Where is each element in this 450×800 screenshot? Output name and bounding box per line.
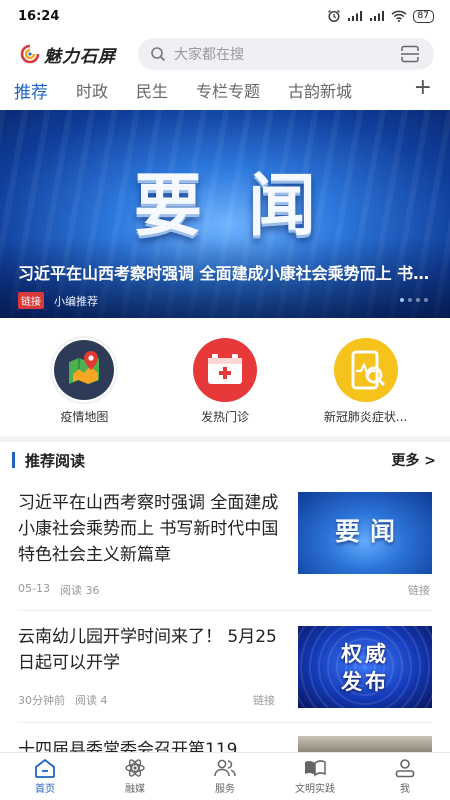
banner-headline-graphic: 要闻: [133, 167, 362, 246]
scan-icon[interactable]: [400, 45, 420, 63]
banner-title[interactable]: 习近平在山西考察时强调 全面建成小康社会乘势而上 书写新时代中国特色社会主义新篇…: [18, 260, 432, 284]
status-time: 16:24: [18, 8, 60, 24]
news-title[interactable]: 十四届县委常委会召开第119: [18, 736, 280, 752]
quick-item-fever-clinic[interactable]: 发热门诊: [165, 338, 285, 426]
logo-text: 魅力石屏: [44, 46, 116, 67]
logo-swirl-icon: [20, 44, 40, 64]
news-reads: 阅读 4: [75, 694, 108, 707]
app-header: 魅力石屏 大家都在搜: [0, 36, 450, 72]
home-icon: [35, 758, 55, 778]
news-thumbnail[interactable]: [298, 736, 432, 752]
carousel-indicator: [400, 298, 428, 302]
news-thumbnail[interactable]: 要闻: [298, 492, 432, 574]
section-marker: [12, 452, 15, 468]
atom-icon: [125, 759, 145, 777]
tab-livelihood[interactable]: 民生: [136, 78, 168, 102]
users-icon: [214, 759, 236, 777]
news-reads: 阅读 36: [59, 584, 100, 597]
more-link[interactable]: 更多 >: [391, 450, 436, 470]
search-icon: [151, 47, 166, 62]
carousel-dot[interactable]: [424, 298, 428, 302]
news-meta: 05-13 阅读 36: [18, 582, 99, 598]
signal-icon-2: [369, 11, 384, 21]
medical-kit-icon: [192, 338, 257, 402]
nav-me[interactable]: 我: [369, 758, 441, 795]
news-title[interactable]: 习近平在山西考察时强调 全面建成小康社会乘势而上 书写新时代中国特色社会主义新篇…: [18, 490, 280, 568]
carousel-dot[interactable]: [408, 298, 412, 302]
map-icon: [52, 338, 117, 402]
tab-ancient-city[interactable]: 古韵新城: [288, 78, 352, 102]
status-bar: 16:24 87: [0, 0, 450, 32]
news-kind: 链接: [253, 694, 275, 707]
tab-recommend[interactable]: 推荐: [14, 78, 48, 103]
nav-civilization[interactable]: 文明实践: [279, 758, 351, 795]
section-title: 推荐阅读: [12, 450, 85, 471]
bottom-navigation: 首页 融媒 服务 文明实践 我: [0, 752, 450, 800]
section-header: 推荐阅读 更多 >: [0, 448, 450, 472]
battery-indicator: 87: [412, 9, 434, 23]
book-icon: [305, 760, 326, 777]
add-tab-icon[interactable]: +: [414, 74, 432, 102]
nav-label: 我: [400, 784, 410, 795]
signal-icon: [347, 11, 362, 21]
news-thumbnail[interactable]: 权威 发布: [298, 626, 432, 708]
nav-label: 融媒: [125, 784, 145, 795]
quick-entries: 疫情地图 发热门诊 新冠肺炎症状...: [0, 338, 450, 426]
nav-media[interactable]: 融媒: [99, 758, 171, 795]
wifi-icon: [391, 10, 407, 22]
news-divider: [18, 610, 432, 611]
quick-label: 发热门诊: [200, 410, 249, 424]
nav-label: 文明实践: [295, 784, 335, 795]
quick-label: 新冠肺炎症状...: [323, 410, 408, 424]
nav-home[interactable]: 首页: [9, 758, 81, 795]
nav-services[interactable]: 服务: [189, 758, 261, 795]
section-title-text: 推荐阅读: [25, 451, 86, 470]
search-placeholder: 大家都在搜: [174, 47, 244, 63]
tab-columns[interactable]: 专栏专题: [196, 78, 260, 102]
news-date: 05-13: [18, 582, 50, 595]
news-title[interactable]: 云南幼儿园开学时间来了！ 5月25日起可以开学: [18, 624, 280, 676]
category-tabs: 推荐 时政 民生 专栏专题 古韵新城 +: [0, 74, 450, 104]
nav-label: 首页: [35, 784, 55, 795]
quick-item-epidemic-map[interactable]: 疫情地图: [24, 338, 144, 426]
tab-politics[interactable]: 时政: [76, 78, 108, 102]
banner-meta: 链接 小编推荐: [18, 292, 98, 309]
news-date: 30分钟前: [18, 694, 65, 707]
banner-tag: 链接: [18, 292, 44, 309]
quick-item-symptoms[interactable]: 新冠肺炎症状...: [306, 338, 426, 426]
quick-label: 疫情地图: [60, 410, 109, 424]
app-logo: 魅力石屏: [20, 42, 138, 67]
section-divider: [0, 436, 450, 442]
news-meta: 30分钟前 阅读 4: [18, 692, 108, 708]
search-input[interactable]: 大家都在搜: [138, 38, 434, 70]
thumbnail-text: 要闻: [334, 517, 405, 546]
nav-label: 服务: [215, 784, 235, 795]
status-icons: 87: [327, 9, 434, 23]
person-icon: [395, 759, 415, 778]
thumbnail-text: 发布: [341, 670, 389, 694]
news-kind: 链接: [408, 584, 430, 597]
thumbnail-text: 权威: [341, 642, 389, 666]
carousel-dot[interactable]: [400, 298, 404, 302]
banner-carousel[interactable]: 要闻 习近平在山西考察时强调 全面建成小康社会乘势而上 书写新时代中国特色社会主…: [0, 110, 450, 318]
carousel-dot[interactable]: [416, 298, 420, 302]
symptom-check-icon: [333, 338, 398, 402]
banner-source: 小编推荐: [54, 294, 98, 308]
news-divider: [18, 722, 432, 723]
alarm-icon: [327, 10, 340, 23]
